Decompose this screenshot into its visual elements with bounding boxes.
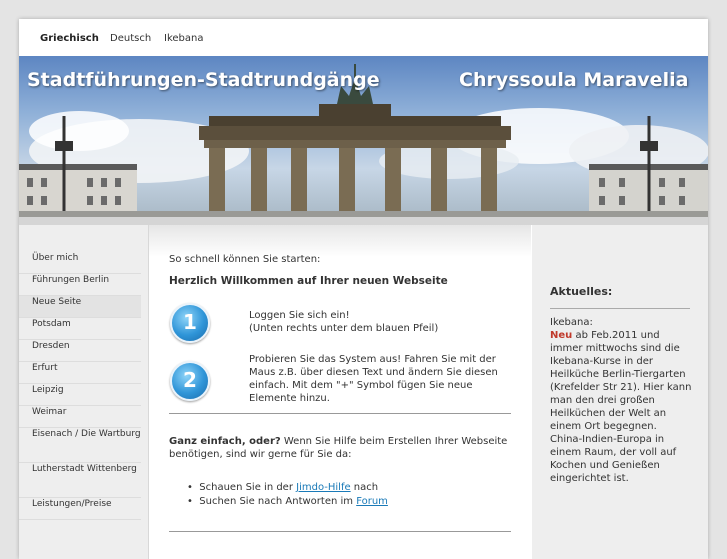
sidebar-item-ueber-mich[interactable]: Über mich [19, 252, 141, 274]
sidebar-item-weimar[interactable]: Weimar [19, 406, 141, 428]
sidebar-item-label: Leipzig [32, 385, 64, 395]
step-1-badge-icon: 1 [170, 303, 210, 343]
bullet-2-pre: Suchen Sie nach Antworten im [199, 496, 357, 507]
jimdo-help-link[interactable]: Jimdo-Hilfe [296, 482, 350, 493]
news-heading: Aktuelles: [550, 285, 613, 298]
help-bold-text: Ganz einfach, oder? [169, 436, 281, 447]
site-owner-name: Chryssoula Maravelia [459, 69, 689, 91]
sidebar-item-potsdam[interactable]: Potsdam [19, 318, 141, 340]
step-1-text: Loggen Sie sich ein! (Unten rechts unter… [249, 309, 519, 335]
sidebar-item-label: Neue Seite [32, 297, 82, 307]
nav-item-deutsch[interactable]: Deutsch [110, 33, 151, 44]
sidebar-item-label: Leistungen/Preise [32, 499, 112, 509]
page-container: Griechisch Deutsch Ikebana Stadtführunge… [19, 19, 708, 559]
news-text: ab Feb.2011 und immer mittwochs sind die… [550, 330, 692, 484]
step-2-text: Probieren Sie das System aus! Fahren Sie… [249, 354, 498, 404]
nav-item-ikebana[interactable]: Ikebana [164, 33, 203, 44]
news-label: Ikebana: [550, 317, 593, 328]
header-banner: Stadtführungen-Stadtrundgänge Chryssoula… [19, 56, 708, 217]
news-divider [550, 308, 690, 309]
content-divider [169, 413, 511, 414]
sidebar-item-label: Potsdam [32, 319, 71, 329]
help-paragraph: Ganz einfach, oder? Wenn Sie Hilfe beim … [169, 435, 517, 461]
sidebar-item-label: Weimar [32, 407, 67, 417]
sidebar-item-dresden[interactable]: Dresden [19, 340, 141, 362]
news-sidebar: Aktuelles: Ikebana: Neu ab Feb.2011 und … [532, 225, 708, 559]
site-title: Stadtführungen-Stadtrundgänge [27, 69, 380, 91]
sidebar-item-leistungen-preise[interactable]: Leistungen/Preise [19, 498, 141, 520]
sidebar-item-label: Über mich [32, 253, 79, 263]
bullet-1-pre: Schauen Sie in der [199, 482, 297, 493]
welcome-heading: Herzlich Willkommen auf Ihrer neuen Webs… [169, 275, 448, 287]
sidebar-item-wittenberg[interactable]: Lutherstadt Wittenberg [19, 463, 141, 498]
sidebar-item-neue-seite[interactable]: Neue Seite [19, 296, 141, 318]
forum-link[interactable]: Forum [356, 496, 388, 507]
step-1-line-1: Loggen Sie sich ein! [249, 310, 350, 321]
bullet-1-post: nach [350, 482, 379, 493]
nav-item-griechisch[interactable]: Griechisch [40, 33, 99, 44]
sidebar-item-leipzig[interactable]: Leipzig [19, 384, 141, 406]
main-content: So schnell können Sie starten: Herzlich … [149, 225, 531, 559]
sidebar-item-label: Lutherstadt Wittenberg [32, 464, 137, 474]
sidebar-item-label: Führungen Berlin [32, 275, 110, 285]
top-navigation: Griechisch Deutsch Ikebana [19, 19, 708, 56]
header-divider [19, 217, 708, 225]
news-item: Ikebana: Neu ab Feb.2011 und immer mittw… [550, 316, 692, 485]
sidebar-item-label: Erfurt [32, 363, 58, 373]
step-2-badge-icon: 2 [170, 361, 210, 401]
news-body: Neu ab Feb.2011 und immer mittwochs sind… [550, 329, 692, 485]
sidebar-item-erfurt[interactable]: Erfurt [19, 362, 141, 384]
new-badge: Neu [550, 330, 573, 341]
help-bullet-1: • Schauen Sie in der Jimdo-Hilfe nach [187, 482, 379, 493]
step-1-line-2: (Unten rechts unter dem blauen Pfeil) [249, 323, 439, 334]
help-bullet-2: • Suchen Sie nach Antworten im Forum [187, 496, 388, 507]
sidebar-item-label: Dresden [32, 341, 70, 351]
sidebar-navigation: Über mich Führungen Berlin Neue Seite Po… [19, 225, 149, 559]
sidebar-item-label: Eisenach / Die Wartburg [32, 429, 141, 439]
sidebar-item-eisenach[interactable]: Eisenach / Die Wartburg [19, 428, 141, 463]
intro-text: So schnell können Sie starten: [169, 254, 321, 265]
sidebar-item-fuehrungen-berlin[interactable]: Führungen Berlin [19, 274, 141, 296]
content-divider-bottom [169, 531, 511, 532]
